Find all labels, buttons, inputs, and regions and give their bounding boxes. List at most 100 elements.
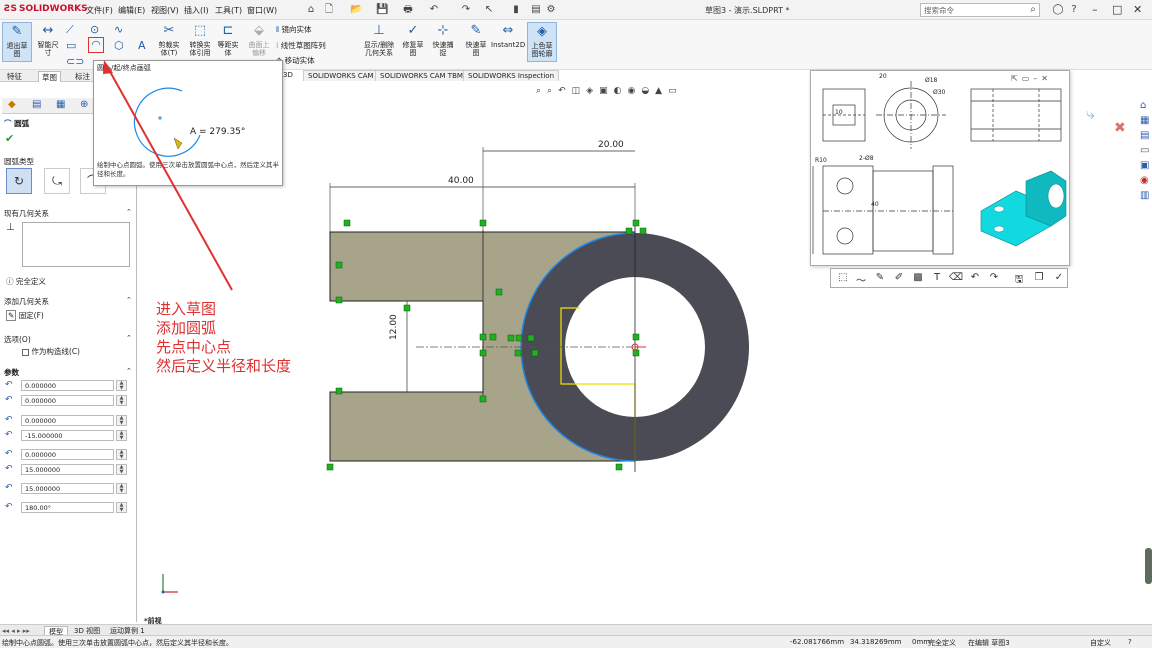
- offset-on-surface-button[interactable]: ⬙ 曲面上 偏移: [244, 22, 274, 62]
- dimxpert-icon[interactable]: ⊕: [80, 99, 88, 110]
- start-y-spinner[interactable]: ▲ ▼: [116, 430, 127, 441]
- search-icon[interactable]: ⌕: [1027, 4, 1039, 16]
- undo-draw-icon[interactable]: ↶: [967, 272, 983, 283]
- quick-snaps-button[interactable]: ⊹ 快速捕 捉: [429, 22, 457, 62]
- smart-dimension-button[interactable]: ↔ 智能尺 寸: [34, 22, 62, 62]
- convert-entities-button[interactable]: ⬚ 转换实 体引用: [185, 22, 215, 62]
- angle-input[interactable]: 180.00°: [21, 502, 114, 513]
- rectangle-icon[interactable]: ▭: [66, 39, 76, 52]
- construction-checkbox[interactable]: 作为构造线(C): [22, 346, 80, 357]
- redo-draw-icon[interactable]: ↷: [986, 272, 1002, 283]
- design-library-icon[interactable]: ▦: [1140, 115, 1149, 126]
- resources-icon[interactable]: ⌂: [1140, 100, 1146, 111]
- solidworks-logo[interactable]: ƧS SOLIDWORKS: [4, 4, 88, 14]
- tab-inspection[interactable]: SOLIDWORKS Inspection: [463, 70, 560, 81]
- curve-icon[interactable]: 〜: [853, 272, 869, 287]
- collapse-add-icon[interactable]: ⌃: [126, 296, 132, 304]
- center-x-spinner[interactable]: ▲ ▼: [116, 380, 127, 391]
- repair-sketch-button[interactable]: ✓ 修复草 图: [398, 22, 428, 62]
- collapse-relations-icon[interactable]: ⌃: [126, 208, 132, 216]
- tab-cam-tbm[interactable]: SOLIDWORKS CAM TBM: [375, 70, 468, 81]
- start-x-spinner[interactable]: ▲ ▼: [116, 415, 127, 426]
- minimize-icon[interactable]: –: [1092, 3, 1098, 16]
- linear-pattern-button[interactable]: ⁝ 线性草图阵列: [276, 40, 326, 51]
- tab-features[interactable]: 特征: [4, 71, 25, 82]
- options-icon[interactable]: ⚙: [545, 4, 557, 16]
- redo-icon[interactable]: ↷: [460, 4, 472, 16]
- select-icon[interactable]: ↖: [483, 4, 495, 16]
- menu-view[interactable]: 视图(V): [151, 5, 179, 16]
- rebuild-icon[interactable]: ▮: [510, 4, 522, 16]
- save-icon[interactable]: 💾: [376, 4, 388, 16]
- radius-spinner[interactable]: ▲ ▼: [116, 483, 127, 494]
- file-explorer-icon[interactable]: ▤: [1140, 130, 1149, 141]
- side-handle[interactable]: [1145, 548, 1152, 584]
- center-x-input[interactable]: 0.000000: [21, 380, 114, 391]
- line-icon[interactable]: ⟋: [66, 23, 74, 37]
- tab-3d-partial[interactable]: 3D: [283, 71, 293, 79]
- view-palette-icon[interactable]: ▣: [1140, 160, 1149, 171]
- menu-file[interactable]: 文件(F): [86, 5, 113, 16]
- home-icon[interactable]: ⌂: [305, 4, 317, 16]
- reference-drawing-window[interactable]: ⇱▭–✕ 20 Ø18 Ø30 R10 2-Ø8 40 10: [810, 70, 1070, 266]
- tangent-arc-option[interactable]: ⤿: [44, 168, 70, 194]
- start-y-input[interactable]: -15.000000: [21, 430, 114, 441]
- rapid-sketch-button[interactable]: ✎ 快速草 图: [461, 22, 491, 62]
- text-tool-icon[interactable]: T: [929, 272, 945, 283]
- eraser-icon[interactable]: ⌫: [948, 272, 964, 283]
- config-icon[interactable]: ▦: [56, 99, 65, 110]
- relations-list[interactable]: [22, 222, 130, 267]
- end-x-input[interactable]: 0.000000: [21, 449, 114, 460]
- help-status-icon[interactable]: ?: [1128, 638, 1132, 646]
- ok-check-icon[interactable]: ✔: [5, 132, 14, 145]
- user-icon[interactable]: ◯: [1052, 4, 1064, 16]
- polygon-icon[interactable]: ⬡: [114, 39, 124, 52]
- instant2d-button[interactable]: ⇔ Instant2D: [491, 22, 525, 62]
- file-props-icon[interactable]: ▤: [530, 4, 542, 16]
- radius-input[interactable]: 15.000000: [21, 483, 114, 494]
- circle-icon[interactable]: ⊙: [90, 23, 99, 36]
- display-relations-button[interactable]: ⊥ 显示/删除 几何关系: [360, 22, 398, 62]
- centerpoint-arc-option[interactable]: ↻: [6, 168, 32, 194]
- feature-tree-icon[interactable]: ◆: [8, 99, 16, 110]
- dim-20-value[interactable]: 20.00: [598, 140, 624, 150]
- spline-icon[interactable]: ∿: [114, 23, 123, 36]
- tab-scroll-arrows[interactable]: ◂◂ ◂ ▸ ▸▸: [2, 627, 30, 635]
- trim-button[interactable]: ✂ 剪裁实 体(T): [155, 22, 183, 62]
- start-x-input[interactable]: 0.000000: [21, 415, 114, 426]
- dim-40-value[interactable]: 40.00: [448, 176, 474, 186]
- marker-icon[interactable]: ✐: [891, 272, 907, 283]
- copy-draw-icon[interactable]: ❐: [1031, 272, 1047, 283]
- slot-icon[interactable]: ⊂⊃: [66, 55, 84, 68]
- mirror-entities-button[interactable]: ⫴ 镜向实体: [276, 24, 312, 35]
- centerpoint-arc-icon[interactable]: ◠: [88, 37, 104, 53]
- maximize-icon[interactable]: □: [1112, 3, 1122, 16]
- pen-icon[interactable]: ✎: [872, 272, 888, 283]
- custom-props-icon[interactable]: ▥: [1140, 190, 1149, 201]
- undo-icon[interactable]: ↶: [428, 4, 440, 16]
- tab-cam[interactable]: SOLIDWORKS CAM: [303, 70, 379, 81]
- offset-entities-button[interactable]: ⊏ 等距实 体: [214, 22, 242, 62]
- menu-edit[interactable]: 编辑(E): [118, 5, 145, 16]
- menu-insert[interactable]: 插入(I): [184, 5, 209, 16]
- text-icon[interactable]: A: [138, 39, 146, 52]
- dim-12-value[interactable]: 12.00: [389, 314, 399, 340]
- appearances-icon[interactable]: ◉: [1140, 175, 1149, 186]
- new-icon[interactable]: 🗋: [323, 4, 335, 16]
- fix-relation-button[interactable]: ✎ 固定(F): [6, 310, 44, 321]
- folder-icon[interactable]: ▭: [1140, 145, 1149, 156]
- shaded-contours-button[interactable]: ◈ 上色草 图轮廓: [527, 22, 557, 62]
- center-y-input[interactable]: 0.000000: [21, 395, 114, 406]
- center-y-spinner[interactable]: ▲ ▼: [116, 395, 127, 406]
- help-icon[interactable]: ?: [1068, 4, 1080, 16]
- menu-window[interactable]: 窗口(W): [247, 5, 277, 16]
- exit-sketch-button[interactable]: ✎ 退出草 图: [2, 22, 32, 62]
- menu-tools[interactable]: 工具(T): [215, 5, 242, 16]
- tab-markup[interactable]: 标注: [72, 71, 93, 82]
- property-icon[interactable]: ▤: [32, 99, 41, 110]
- mosaic-icon[interactable]: ▩: [910, 272, 926, 283]
- crop-icon[interactable]: ⬚: [835, 272, 851, 283]
- search-input[interactable]: 搜索命令: [920, 3, 1040, 17]
- end-y-input[interactable]: 15.000000: [21, 464, 114, 475]
- end-x-spinner[interactable]: ▲ ▼: [116, 449, 127, 460]
